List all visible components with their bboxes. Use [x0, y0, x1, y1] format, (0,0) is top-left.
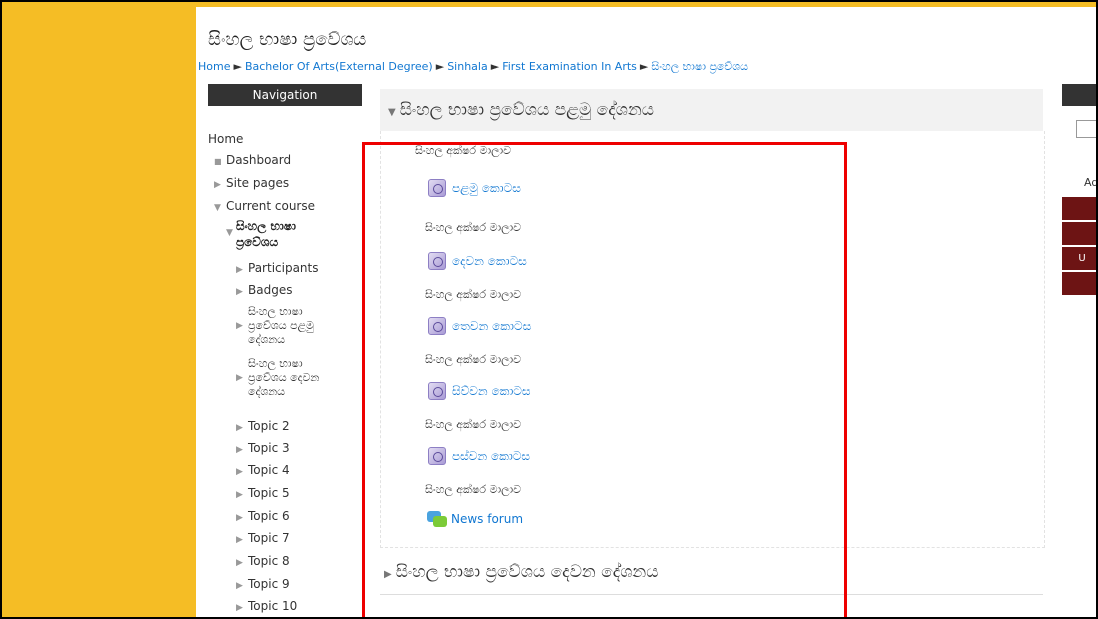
chevron-right-icon: ▶: [236, 321, 243, 331]
news-forum-link[interactable]: News forum: [427, 511, 523, 527]
side-menu-button-4[interactable]: [1062, 272, 1096, 295]
bullet-icon: ■: [214, 157, 222, 166]
side-menu-button-3[interactable]: U: [1062, 247, 1096, 270]
breadcrumb-exam[interactable]: First Examination In Arts: [502, 60, 637, 73]
chevron-right-icon: ▶: [236, 467, 243, 477]
quiz-icon: [428, 447, 446, 465]
activity-desc-3: සිංහල අක්ෂර මාලාව: [425, 353, 521, 366]
nav-lecture-2[interactable]: සිංහල භාෂා ප්‍රවේශය දෙවන දේශනය: [248, 357, 338, 399]
quiz-icon: [428, 317, 446, 335]
nav-badges[interactable]: ▶ Badges: [236, 283, 292, 297]
section-1-body: සිංහල අක්ෂර මාලාව පළමු කොටස සිංහල අක්ෂර …: [380, 131, 1045, 548]
chevron-right-icon: ▶: [384, 569, 392, 580]
chevron-right-icon: ▶: [236, 490, 243, 500]
quiz-icon: [428, 179, 446, 197]
right-side-block: Adv U: [1062, 84, 1096, 295]
side-menu-button-2[interactable]: [1062, 222, 1096, 245]
activity-desc-4: සිංහල අක්ෂර මාලාව: [425, 418, 521, 431]
search-input[interactable]: [1076, 120, 1096, 138]
breadcrumb-home[interactable]: Home: [198, 60, 230, 73]
chevron-down-icon: ▼: [226, 228, 233, 238]
breadcrumb-separator: ►: [233, 60, 242, 73]
activity-desc-2: සිංහල අක්ෂර මාලාව: [425, 288, 521, 301]
nav-site-pages[interactable]: ▶ Site pages: [214, 176, 289, 190]
nav-topic-6[interactable]: ▶ Topic 6: [236, 509, 290, 523]
nav-dashboard[interactable]: ■ Dashboard: [214, 153, 291, 167]
advanced-search-link[interactable]: Adv: [1084, 176, 1096, 189]
chevron-right-icon: ▶: [236, 558, 243, 568]
activity-desc-5: සිංහල අක්ෂර මාලාව: [425, 483, 521, 496]
browser-frame: සිංහල භාෂා ප්‍රවේශය Home ► Bachelor Of Art…: [0, 0, 1098, 619]
nav-topic-2[interactable]: ▶ Topic 2: [236, 419, 290, 433]
breadcrumb-subject[interactable]: Sinhala: [447, 60, 488, 73]
side-menu-button-1[interactable]: [1062, 197, 1096, 220]
chevron-right-icon: ▶: [214, 180, 221, 190]
chevron-right-icon: ▶: [236, 581, 243, 591]
activity-link-5[interactable]: පස්වන කොටස: [428, 447, 530, 465]
chevron-right-icon: ▶: [236, 287, 243, 297]
nav-topic-9[interactable]: ▶ Topic 9: [236, 577, 290, 591]
right-block-header: [1062, 84, 1096, 106]
breadcrumb-separator: ►: [490, 60, 500, 73]
nav-topic-10[interactable]: ▶ Topic 10: [236, 599, 297, 613]
chevron-right-icon: ▶: [236, 265, 243, 275]
activity-link-2[interactable]: දෙවන කොටස: [428, 252, 527, 270]
chevron-right-icon: ▶: [236, 423, 243, 433]
chevron-right-icon: ▶: [236, 603, 243, 613]
activity-link-3[interactable]: තෙවන කොටස: [428, 317, 531, 335]
navigation-block: Navigation Home ■ Dashboard ▶ Site pages ▼…: [208, 84, 362, 613]
section-2-title[interactable]: ▶ සිංහල භාෂා ප්‍රවේශය දෙවන දේශනය: [384, 562, 658, 582]
section-intro-text: සිංහල අක්ෂර මාලාව: [415, 144, 511, 157]
nav-topic-8[interactable]: ▶ Topic 8: [236, 554, 290, 568]
section-1-title[interactable]: ▼ සිංහල භාෂා ප්‍රවේශය පළමු දේශනය: [388, 100, 654, 120]
nav-lecture-1[interactable]: සිංහල භාෂා ප්‍රවේශය පළමු දේශනය: [248, 305, 338, 347]
section-2-header: ▶ සිංහල භාෂා ප්‍රවේශය දෙවන දේශනය: [380, 552, 1043, 595]
breadcrumb-program[interactable]: Bachelor Of Arts(External Degree): [245, 60, 433, 73]
nav-home[interactable]: Home: [208, 132, 243, 146]
breadcrumb: Home ► Bachelor Of Arts(External Degree) ► S…: [198, 60, 748, 74]
chevron-right-icon: ▶: [236, 513, 243, 523]
chevron-right-icon: ▶: [236, 535, 243, 545]
chevron-down-icon: ▼: [214, 203, 221, 213]
page-content: සිංහල භාෂා ප්‍රවේශය Home ► Bachelor Of Art…: [196, 7, 1096, 617]
nav-topic-4[interactable]: ▶ Topic 4: [236, 463, 290, 477]
forum-icon: [427, 511, 447, 527]
nav-topic-3[interactable]: ▶ Topic 3: [236, 441, 290, 455]
chevron-right-icon: ▶: [236, 445, 243, 455]
nav-current-course[interactable]: ▼ Current course: [214, 199, 315, 213]
breadcrumb-separator: ►: [639, 60, 649, 73]
left-gutter: [2, 2, 196, 617]
activity-link-1[interactable]: පළමු කොටස: [428, 179, 521, 197]
nav-course-name[interactable]: සිංහල භාෂා ප්‍රවේශය: [236, 218, 336, 250]
chevron-right-icon: ▶: [236, 373, 243, 383]
nav-topic-5[interactable]: ▶ Topic 5: [236, 486, 290, 500]
nav-topic-7[interactable]: ▶ Topic 7: [236, 531, 290, 545]
navigation-header: Navigation: [208, 84, 362, 106]
activity-desc-1: සිංහල අක්ෂර මාලාව: [425, 221, 521, 234]
quiz-icon: [428, 252, 446, 270]
quiz-icon: [428, 382, 446, 400]
breadcrumb-separator: ►: [435, 60, 445, 73]
breadcrumb-course[interactable]: සිංහල භාෂා ප්‍රවේශය: [651, 60, 748, 73]
page-title: සිංහල භාෂා ප්‍රවේශය: [208, 29, 367, 50]
activity-link-4[interactable]: සිව්වන කොටස: [428, 382, 531, 400]
section-1-header: ▼ සිංහල භාෂා ප්‍රවේශය පළමු දේශනය: [380, 89, 1043, 131]
chevron-down-icon: ▼: [388, 107, 396, 118]
nav-participants[interactable]: ▶ Participants: [236, 261, 319, 275]
